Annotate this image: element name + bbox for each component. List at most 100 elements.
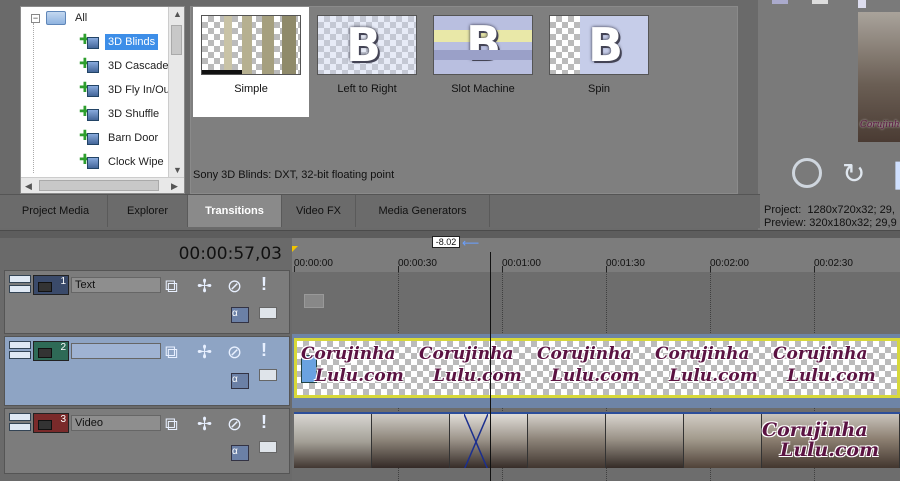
track-motion-icon[interactable]: ⧉: [165, 415, 178, 433]
tree-item[interactable]: ✚ 3D Cascade: [79, 55, 172, 77]
scroll-thumb[interactable]: [39, 180, 159, 191]
play-icon[interactable]: ❙: [886, 160, 900, 188]
video-clip[interactable]: Corujinha Lulu.com: [294, 412, 900, 468]
tree-item-label: 3D Cascade: [108, 60, 169, 72]
mute-icon[interactable]: ⊘: [227, 343, 242, 361]
tab-video-fx[interactable]: Video FX: [282, 195, 356, 227]
collapse-icon[interactable]: −: [31, 13, 40, 23]
tree-item-label: All: [75, 12, 88, 24]
track-header-2[interactable]: 2 ⧉ ✢ ⊘ ! α: [4, 336, 290, 406]
watermark-clip[interactable]: Corujinha Lulu.com Corujinha Lulu.com Coru…: [294, 338, 900, 398]
track-number: 1: [33, 275, 69, 295]
preview-toolbar-icon[interactable]: [858, 0, 866, 8]
watermark-text: Lulu.com: [787, 366, 876, 386]
compositing-mode-icon[interactable]: α: [231, 445, 249, 461]
track-motion-icon[interactable]: ⧉: [165, 277, 178, 295]
scroll-thumb[interactable]: [171, 25, 182, 55]
tab-media-generators[interactable]: Media Generators: [356, 195, 490, 227]
transition-icon: ✚: [79, 128, 99, 147]
tree-item[interactable]: ✚ 3D Fly In/Ou: [79, 79, 173, 101]
crossfade-transition[interactable]: [463, 414, 489, 468]
mute-icon[interactable]: ⊘: [227, 277, 242, 295]
tab-transitions[interactable]: Transitions: [188, 195, 282, 227]
timeline-ruler[interactable]: ⟵ 00:00:00 00:00:30 00:01:00 00:01:30 00…: [292, 236, 900, 272]
preview-toolbar-icon[interactable]: [812, 0, 828, 4]
preset-spin[interactable]: B Spin: [541, 7, 657, 117]
empty-event-icon: [304, 294, 324, 308]
tab-explorer[interactable]: Explorer: [108, 195, 188, 227]
track-number: 2: [33, 341, 69, 361]
track-motion-icon[interactable]: ⧉: [165, 343, 178, 361]
scroll-right-icon[interactable]: ▶: [171, 181, 178, 192]
window-docking-tabs: Project Media Explorer Transitions Video…: [0, 194, 760, 228]
track-lane-1[interactable]: [292, 272, 900, 334]
track-name-field[interactable]: [71, 343, 161, 359]
track-lane-3[interactable]: Corujinha Lulu.com: [292, 408, 900, 478]
loop-region-marker[interactable]: [292, 246, 298, 252]
transition-icon: ✚: [79, 56, 99, 75]
track-name-field[interactable]: Text: [71, 277, 161, 293]
preset-slot-machine[interactable]: B Slot Machine: [425, 7, 541, 117]
tree-item[interactable]: ✚ Barn Door: [79, 127, 161, 149]
mute-icon[interactable]: ⊘: [227, 415, 242, 433]
playhead-cursor[interactable]: [490, 252, 491, 481]
film-icon: [38, 420, 52, 430]
tree-item-label: Barn Door: [108, 132, 159, 144]
preset-left-to-right[interactable]: B Left to Right: [309, 7, 425, 117]
timeline-header: 00:00:57,03: [0, 238, 290, 270]
preview-info: Preview: 320x180x32; 29,9: [764, 217, 897, 229]
solo-icon[interactable]: !: [261, 275, 267, 293]
transition-presets-panel: Simple B Left to Right B Slot Machine B …: [190, 6, 738, 194]
tab-project-media[interactable]: Project Media: [4, 195, 108, 227]
compositing-child-icon[interactable]: [259, 441, 277, 453]
ruler-label: 00:00:30: [398, 258, 437, 269]
solo-icon[interactable]: !: [261, 341, 267, 359]
track-fx-icon[interactable]: ✢: [197, 277, 212, 295]
video-preview-panel: Corujinha ↻ ❙ Project: 1280x720x32; 29, …: [758, 0, 900, 232]
compositing-mode-icon[interactable]: α: [231, 373, 249, 389]
scroll-down-icon[interactable]: ▼: [173, 165, 182, 175]
transition-icon: ✚: [79, 80, 99, 99]
track-lane-2[interactable]: Corujinha Lulu.com Corujinha Lulu.com Coru…: [292, 334, 900, 408]
preset-thumbnail: B: [433, 15, 533, 75]
watermark-text: Corujinha: [773, 344, 868, 364]
watermark-text: Lulu.com: [669, 366, 758, 386]
track-grip-icon[interactable]: [9, 341, 31, 363]
arrow-left-icon: ⟵: [462, 236, 480, 250]
track-header-3[interactable]: 3 Video ⧉ ✢ ⊘ ! α: [4, 408, 290, 474]
tree-item[interactable]: ✚ 3D Blinds: [79, 31, 159, 53]
watermark-text: Corujinha: [419, 344, 514, 364]
scroll-left-icon[interactable]: ◀: [25, 181, 32, 192]
tree-item[interactable]: ✚ Clock Wipe: [79, 151, 167, 173]
preset-simple[interactable]: Simple: [193, 7, 309, 117]
preview-frame: Corujinha: [858, 12, 900, 142]
track-fx-icon[interactable]: ✢: [197, 343, 212, 361]
compositing-child-icon[interactable]: [259, 369, 277, 381]
tree-item-all[interactable]: − All: [31, 7, 90, 29]
compositing-child-icon[interactable]: [259, 307, 277, 319]
tree-item[interactable]: ✚ 3D Shuffle: [79, 103, 162, 125]
track-number: 3: [33, 413, 69, 433]
preview-toolbar-icon[interactable]: [772, 0, 788, 4]
tree-horizontal-scrollbar[interactable]: ◀ ▶: [21, 177, 184, 193]
transition-icon: ✚: [79, 152, 99, 171]
track-grip-icon[interactable]: [9, 275, 31, 297]
scroll-up-icon[interactable]: ▲: [173, 9, 182, 19]
tree-item-label: 3D Fly In/Ou: [108, 84, 170, 96]
compositing-mode-icon[interactable]: α: [231, 307, 249, 323]
vegas-editor: − All ✚ 3D Blinds ✚ 3D Cascade ✚ 3D Fly …: [0, 0, 900, 481]
record-button[interactable]: [792, 158, 822, 188]
timeline-lanes[interactable]: Corujinha Lulu.com Corujinha Lulu.com Coru…: [292, 272, 900, 481]
tree-vertical-scrollbar[interactable]: ▲ ▼: [168, 7, 184, 179]
watermark-text: Lulu.com: [780, 439, 880, 461]
edit-marker-label[interactable]: -8.02: [432, 236, 460, 248]
track-header-1[interactable]: 1 Text ⧉ ✢ ⊘ ! α: [4, 270, 290, 334]
track-fx-icon[interactable]: ✢: [197, 415, 212, 433]
tree-item-label: 3D Shuffle: [108, 108, 160, 120]
solo-icon[interactable]: !: [261, 413, 267, 431]
watermark-text: Corujinha: [655, 344, 750, 364]
loop-icon[interactable]: ↻: [842, 160, 865, 188]
watermark-text: Corujinha: [537, 344, 632, 364]
track-grip-icon[interactable]: [9, 413, 31, 435]
track-name-field[interactable]: Video: [71, 415, 161, 431]
